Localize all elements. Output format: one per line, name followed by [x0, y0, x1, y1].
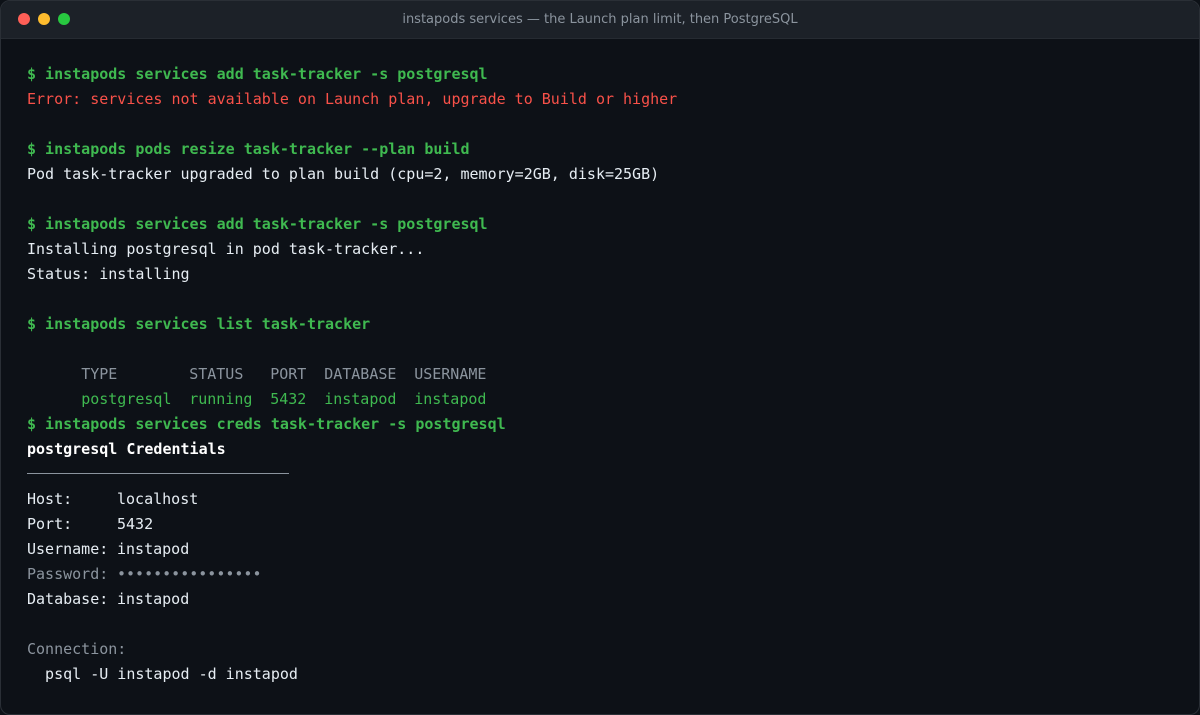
column-header-port: PORT: [270, 365, 307, 383]
port-row: Port: 5432: [27, 512, 1179, 537]
window-title: instapods services — the Launch plan lim…: [402, 12, 798, 27]
credentials-heading: postgresql Credentials: [27, 440, 226, 458]
output-line: Status: installing: [27, 265, 190, 283]
connection-command: psql -U instapod -d instapod: [27, 665, 298, 683]
command-line: $ instapods services list task-tracker: [27, 315, 371, 333]
port-label: Port:: [27, 515, 73, 533]
command-line: $ instapods services creds task-tracker …: [27, 415, 506, 433]
cell-type: postgresql: [81, 390, 172, 408]
error-message: Error: services not available on Launch …: [27, 90, 678, 108]
output-line: Installing postgresql in pod task-tracke…: [27, 240, 425, 258]
output-line: Pod task-tracker upgraded to plan build …: [27, 165, 660, 183]
column-header-type: TYPE: [81, 365, 118, 383]
password-label: Password:: [27, 565, 109, 583]
column-header-status: STATUS: [189, 365, 244, 383]
table-header: TYPE STATUS PORT DATABASE USERNAME: [27, 337, 1179, 383]
column-header-username: USERNAME: [414, 365, 487, 383]
username-label: Username:: [27, 540, 109, 558]
cell-port: 5432: [270, 390, 307, 408]
terminal-window: instapods services — the Launch plan lim…: [0, 0, 1200, 715]
username-value: instapod: [117, 540, 190, 558]
command-line: $ instapods services add task-tracker -s…: [27, 65, 488, 83]
connection-label: Connection:: [27, 640, 127, 658]
database-row: Database: instapod: [27, 587, 1179, 612]
cell-database: instapod: [324, 390, 397, 408]
host-value: localhost: [117, 490, 199, 508]
cell-status: running: [189, 390, 253, 408]
divider: [27, 462, 1179, 487]
password-row: Password: ••••••••••••••••: [27, 562, 1179, 587]
command-line: $ instapods pods resize task-tracker --p…: [27, 140, 470, 158]
title-bar: instapods services — the Launch plan lim…: [1, 1, 1199, 39]
username-row: Username: instapod: [27, 537, 1179, 562]
cell-username: instapod: [414, 390, 487, 408]
password-value: ••••••••••••••••: [117, 565, 262, 583]
port-value: 5432: [117, 515, 154, 533]
database-label: Database:: [27, 590, 109, 608]
terminal-output[interactable]: $ instapods services add task-tracker -s…: [27, 62, 1179, 687]
host-row: Host: localhost: [27, 487, 1179, 512]
command-line: $ instapods services add task-tracker -s…: [27, 215, 488, 233]
column-header-database: DATABASE: [324, 365, 397, 383]
host-label: Host:: [27, 490, 73, 508]
database-value: instapod: [117, 590, 190, 608]
